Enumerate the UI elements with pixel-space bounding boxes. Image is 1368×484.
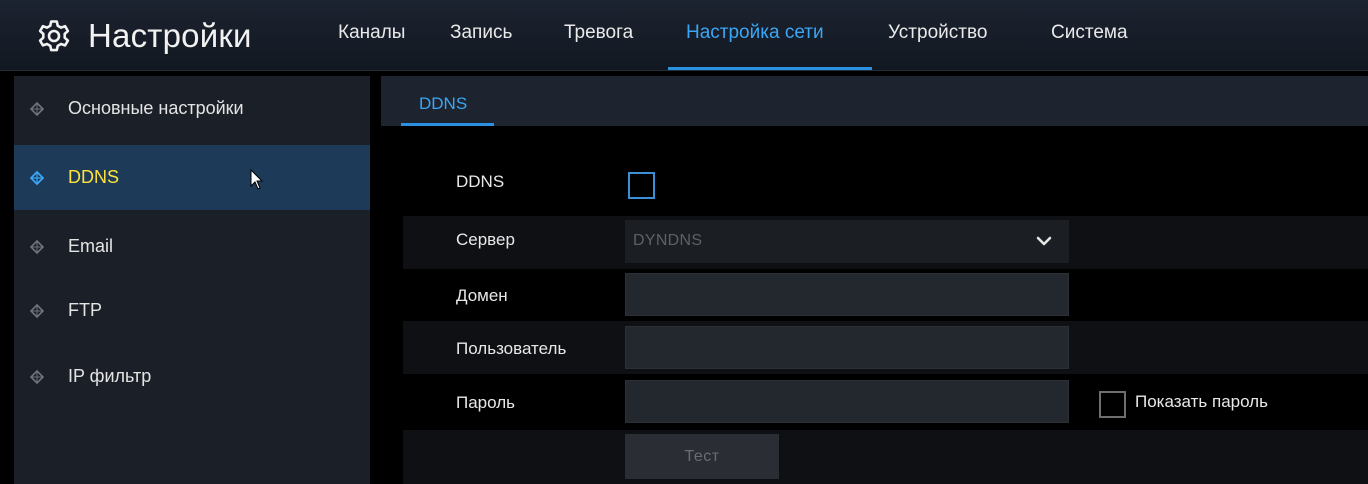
show-password-label: Показать пароль	[1135, 392, 1268, 411]
sidebar-item-label: IP фильтр	[68, 366, 152, 386]
active-subtab-indicator	[401, 123, 494, 126]
password-input[interactable]	[625, 380, 1069, 423]
user-label: Пользователь	[456, 339, 567, 358]
mouse-cursor-icon	[250, 169, 264, 190]
sidebar-item-email[interactable]: Email	[14, 214, 370, 279]
server-select-value: DYNDNS	[633, 232, 703, 249]
ddns-enable-checkbox[interactable]	[628, 172, 655, 199]
tab-record[interactable]: Запись	[450, 22, 512, 70]
subtab-ddns[interactable]: DDNS	[419, 94, 467, 114]
top-navigation-bar: Настройки Каналы Запись Тревога Настройк…	[0, 0, 1368, 71]
brand: Настройки	[36, 14, 252, 58]
sidebar-item-ftp[interactable]: FTP	[14, 278, 370, 343]
user-input[interactable]	[625, 326, 1069, 369]
chevron-down-icon	[1036, 236, 1052, 246]
subtab-bar: DDNS	[381, 76, 1368, 126]
test-button[interactable]: Тест	[625, 434, 779, 479]
diamond-icon	[30, 239, 44, 254]
show-password-checkbox[interactable]	[1099, 391, 1126, 418]
sidebar: Основные настройки DDNS Email FTP IP фил…	[14, 76, 370, 484]
sidebar-item-label: Email	[68, 236, 114, 256]
sidebar-item-ip-filter[interactable]: IP фильтр	[14, 344, 370, 409]
sidebar-item-label: DDNS	[68, 167, 120, 187]
server-select[interactable]: DYNDNS	[625, 220, 1069, 263]
sidebar-item-label: Основные настройки	[68, 98, 244, 118]
server-label: Сервер	[456, 230, 515, 249]
diamond-icon	[30, 170, 44, 185]
diamond-icon	[30, 303, 44, 318]
row-band	[403, 430, 1368, 484]
tab-network-settings[interactable]: Настройка сети	[686, 22, 824, 70]
domain-label: Домен	[456, 286, 508, 305]
gear-icon	[38, 20, 70, 52]
ddns-enable-label: DDNS	[456, 172, 505, 191]
sidebar-item-ddns[interactable]: DDNS	[14, 145, 370, 210]
tab-device[interactable]: Устройство	[888, 22, 987, 70]
diamond-icon	[30, 369, 44, 384]
sidebar-item-basic-settings[interactable]: Основные настройки	[14, 76, 370, 141]
page-title: Настройки	[88, 17, 252, 54]
active-tab-indicator	[668, 67, 872, 70]
tab-alarm[interactable]: Тревога	[564, 22, 633, 70]
tab-channels[interactable]: Каналы	[338, 22, 405, 70]
sidebar-item-label: FTP	[68, 300, 102, 320]
password-label: Пароль	[456, 393, 515, 412]
diamond-icon	[30, 101, 44, 116]
domain-input[interactable]	[625, 273, 1069, 316]
tab-system[interactable]: Система	[1051, 22, 1128, 70]
